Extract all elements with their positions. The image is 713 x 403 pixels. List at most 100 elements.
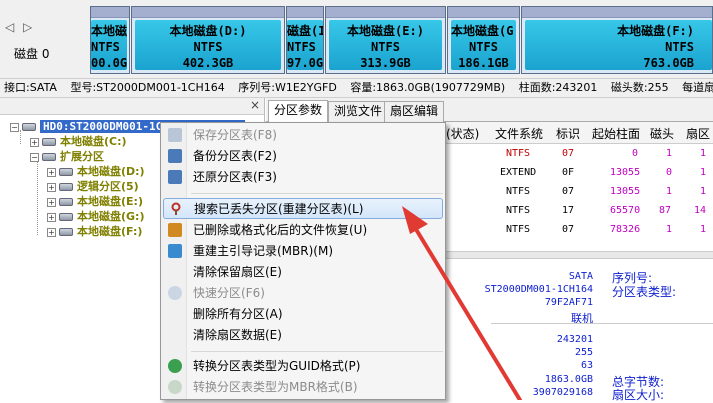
partition-c[interactable]: 本地磁盘 NTFS (活动 00.0GB xyxy=(90,6,130,74)
drive-icon xyxy=(59,183,73,191)
convert-guid-icon xyxy=(168,359,182,373)
info-signature: 79F2AF71 xyxy=(544,297,593,308)
info-divider xyxy=(491,323,713,324)
partition-hidden[interactable]: 磁盘(I NTFS (隐 97.0GB xyxy=(286,6,324,74)
menu-restore-partition-table[interactable]: 还原分区表(F3) xyxy=(163,167,443,188)
info-model: ST2000DM001-1CH164 xyxy=(484,284,593,295)
menu-delete-all-partitions[interactable]: 删除所有分区(A) xyxy=(163,304,443,325)
col-start-cylinder[interactable]: 起始柱面 xyxy=(592,125,640,142)
menu-quick-partition[interactable]: 快速分区(F6) xyxy=(163,283,443,304)
menu-search-lost-partitions[interactable]: 搜索已丢失分区(重建分区表)(L) xyxy=(163,198,443,219)
tree-item-label: 本地磁盘(D:) xyxy=(77,165,145,178)
disk-sectors: 每道扇区数:63 xyxy=(682,81,713,94)
info-sectors: 63 xyxy=(580,360,593,371)
tree-item-d[interactable]: + 本地磁盘(D:) xyxy=(47,164,145,179)
context-menu: 保存分区表(F8) 备份分区表(F2) 还原分区表(F3) 搜索已丢失分区(重建… xyxy=(160,122,446,400)
col-head[interactable]: 磁头 xyxy=(650,125,674,142)
menu-save-partition-table[interactable]: 保存分区表(F8) xyxy=(163,125,443,146)
nav-right-icon[interactable]: ▷ xyxy=(23,20,32,34)
partition-d[interactable]: 本地磁盘(D:) NTFS 402.3GB xyxy=(131,6,285,74)
partition-fs: NTFS xyxy=(665,40,694,54)
info-cylinders: 243201 xyxy=(556,334,593,345)
tree-item-f[interactable]: + 本地磁盘(F:) xyxy=(47,224,142,239)
partition-size: 00.0GB xyxy=(91,56,127,70)
disk-serial: 序列号:W1E2YGFD xyxy=(238,81,337,94)
partition-name: 本地磁盘(E:) xyxy=(347,24,424,38)
partition-name: 本地磁盘(F:) xyxy=(617,24,694,38)
nav-left-icon[interactable]: ◁ xyxy=(5,20,14,34)
restore-icon xyxy=(168,170,182,184)
tree-item-label: 逻辑分区(5) xyxy=(77,180,139,193)
disk-interface: 接口:SATA xyxy=(4,81,57,94)
partition-fs: NTFS (活动 xyxy=(91,40,127,54)
disk-capacity: 容量:1863.0GB(1907729MB) xyxy=(350,81,506,94)
menu-rebuild-mbr[interactable]: 重建主引导记录(MBR)(M) xyxy=(163,241,443,262)
quick-partition-icon xyxy=(168,286,182,300)
partition-g[interactable]: 本地磁盘(G:) NTFS 186.1GB xyxy=(447,6,520,74)
menu-file-recovery[interactable]: 已删除或格式化后的文件恢复(U) xyxy=(163,220,443,241)
disk-cylinders: 柱面数:243201 xyxy=(518,81,598,94)
tree-item-e[interactable]: + 本地磁盘(E:) xyxy=(47,194,143,209)
col-sector[interactable]: 扇区 xyxy=(686,125,710,142)
drive-icon xyxy=(59,213,73,221)
col-status[interactable]: (状态) xyxy=(446,125,479,142)
drive-icon xyxy=(59,198,73,206)
partition-e[interactable]: 本地磁盘(E:) NTFS 313.9GB xyxy=(325,6,446,74)
info-table-type-label: 分区表类型: xyxy=(612,285,677,299)
info-sector-size-label: 扇区大小: xyxy=(612,388,665,402)
tree-item-label: 扩展分区 xyxy=(60,150,104,163)
tree-item-logical5[interactable]: + 逻辑分区(5) xyxy=(47,179,139,194)
partition-fs: NTFS (隐 xyxy=(287,40,323,54)
close-icon[interactable]: × xyxy=(250,98,260,112)
tree-item-g[interactable]: + 本地磁盘(G:) xyxy=(47,209,144,224)
partition-fs: NTFS xyxy=(371,40,400,54)
mbr-icon xyxy=(168,244,182,258)
search-icon xyxy=(169,202,183,216)
partition-name: 本地磁盘(D:) xyxy=(169,24,247,38)
convert-mbr-icon xyxy=(168,380,182,394)
partition-f[interactable]: 本地磁盘(F:) NTFS 763.0GB xyxy=(521,6,713,74)
tab-partition-params[interactable]: 分区参数 xyxy=(268,100,329,123)
backup-icon xyxy=(168,149,182,163)
partition-fs: NTFS xyxy=(469,40,498,54)
drive-icon xyxy=(59,168,73,176)
menu-convert-to-mbr[interactable]: 转换分区表类型为MBR格式(B) xyxy=(163,377,443,398)
menu-backup-partition-table[interactable]: 备份分区表(F2) xyxy=(163,146,443,167)
disk-nav: ◁ ▷ xyxy=(3,20,43,38)
info-interface: SATA xyxy=(568,271,593,282)
menu-clear-sector-data[interactable]: 清除扇区数据(E) xyxy=(163,325,443,346)
menu-convert-to-guid[interactable]: 转换分区表类型为GUID格式(P) xyxy=(163,356,443,377)
tree-item-extended[interactable]: − 扩展分区 xyxy=(30,149,104,164)
tab-bar: 分区参数 浏览文件 扇区编辑 xyxy=(266,98,713,123)
disk-map: ◁ ▷ 磁盘 0 本地磁盘 NTFS (活动 00.0GB 本地磁盘(D:) N… xyxy=(0,0,713,78)
recover-icon xyxy=(168,223,182,237)
tree-item-label: 本地磁盘(C:) xyxy=(60,135,127,148)
disk-info-line: 接口:SATA 型号:ST2000DM001-1CH164 序列号:W1E2YG… xyxy=(0,78,713,98)
tree-item-c[interactable]: + 本地磁盘(C:) xyxy=(30,134,127,149)
tree-item-label: 本地磁盘(F:) xyxy=(77,225,143,238)
info-heads: 255 xyxy=(574,347,593,358)
partition-fs: NTFS xyxy=(193,40,223,54)
col-id[interactable]: 标识 xyxy=(556,125,580,142)
partition-size: 186.1GB xyxy=(458,56,509,70)
menu-clear-reserved-sectors[interactable]: 清除保留扇区(E) xyxy=(163,262,443,283)
disk-heads: 磁头数:255 xyxy=(610,81,669,94)
disk-model: 型号:ST2000DM001-1CH164 xyxy=(70,81,225,94)
tab-browse-files[interactable]: 浏览文件 xyxy=(328,101,389,122)
partition-size: 402.3GB xyxy=(182,56,234,70)
tree-item-label: 本地磁盘(E:) xyxy=(77,195,143,208)
col-filesystem[interactable]: 文件系统 xyxy=(495,125,543,142)
tab-sector-edit[interactable]: 扇区编辑 xyxy=(384,101,445,122)
info-capacity: 1863.0GB xyxy=(544,374,593,385)
partition-size: 313.9GB xyxy=(360,56,411,70)
drive-icon xyxy=(59,228,73,236)
tree-panel-header: × xyxy=(0,98,264,115)
partition-name: 本地磁盘 xyxy=(91,24,127,38)
partition-size: 763.0GB xyxy=(643,56,694,70)
disk-label: 磁盘 0 xyxy=(14,47,50,61)
drive-icon xyxy=(42,153,56,161)
tree-item-label: 本地磁盘(G:) xyxy=(77,210,145,223)
partition-name: 磁盘(I xyxy=(287,24,323,38)
partition-size: 97.0GB xyxy=(287,56,323,70)
save-icon xyxy=(168,128,182,142)
